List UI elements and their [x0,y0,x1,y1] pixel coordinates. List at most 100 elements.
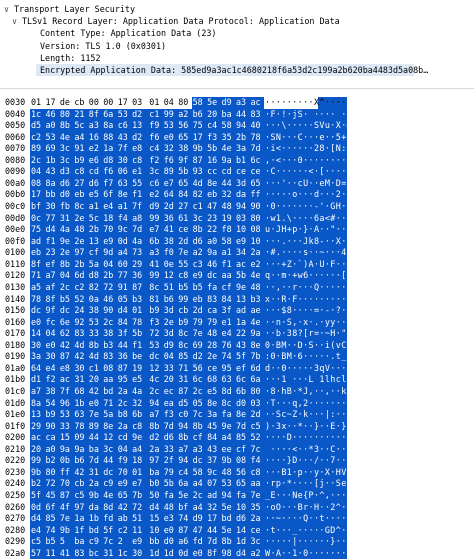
hex-byte[interactable]: 2d [193,305,206,317]
hex-byte[interactable]: 30 [132,548,145,559]
expand-chevron-icon[interactable]: ∨ [4,3,14,15]
hex-byte[interactable]: 06 [118,166,131,178]
hex-byte[interactable]: 64 [164,189,177,201]
ascii-column[interactable]: ·F·!·jS· ···· ·D· [265,109,358,121]
hex-byte[interactable]: 04 [45,328,58,340]
hex-byte[interactable]: 22 [207,224,220,236]
hex-byte[interactable]: 9d [103,247,116,259]
hex-byte[interactable]: fb [60,201,73,213]
hex-byte[interactable]: 72 [132,502,145,514]
hex-byte[interactable]: 2a [89,478,102,490]
hex-byte[interactable]: e0 [89,398,102,410]
hex-byte[interactable]: 46 [207,259,220,271]
hex-byte[interactable]: 05 [193,398,206,410]
hex-byte[interactable]: 48 [222,201,235,213]
hex-byte[interactable]: e7 [164,178,177,190]
hex-byte[interactable]: 04 [31,166,44,178]
hex-byte[interactable]: e0 [164,525,177,537]
hex-byte[interactable]: 1c [31,109,44,121]
hex-byte[interactable]: 3c [193,213,206,225]
hex-byte[interactable]: 13 [236,294,249,306]
hex-byte[interactable]: e9 [193,270,206,282]
hex-byte[interactable]: 7f [118,143,131,155]
hex-byte[interactable]: f3 [149,317,162,329]
hex-byte[interactable]: 20 [89,374,102,386]
hex-byte[interactable]: ad [31,236,44,248]
hex-row[interactable]: 01a0 64 e4 e8 30 c1 08 87 19 12 33 71 56 ce 95 ef 6d d··0… [0,363,474,375]
hex-byte[interactable]: b8 [118,409,131,421]
hex-byte[interactable]: 58 [222,236,235,248]
hex-byte[interactable]: d6 [193,236,206,248]
hex-byte[interactable]: 8b [222,536,235,548]
hex-byte[interactable]: 3c [60,155,73,167]
hex-byte[interactable]: 0b [60,455,73,467]
ascii-column[interactable]: q··m·+w6······[N [265,270,352,282]
hex-byte[interactable]: a7 [45,270,58,282]
hex-byte[interactable]: 7b [250,351,263,363]
hex-byte[interactable]: 72 [45,478,58,490]
hex-byte[interactable]: 30 [118,155,131,167]
hex-byte[interactable]: 7d [236,421,249,433]
hex-byte[interactable]: 8c [178,328,191,340]
hex-row[interactable]: 00a0 08 8a d6 27 d6 f7 63 55 c6 e7 65 4d 8e 44 3d 65 ···'… [0,178,474,190]
hex-byte[interactable]: 1b [74,398,87,410]
hex-byte[interactable]: 2b [89,224,102,236]
hex-byte[interactable]: 0e [164,259,177,271]
hex-byte[interactable]: 08 [31,178,44,190]
hex-byte[interactable]: c4 [149,143,162,155]
hex-byte[interactable]: fa [207,282,220,294]
hex-row[interactable]: 0270 d4 85 7e 1a 1b fd ab 51 15 e3 74 d9 17 bd d6 2a ··~·… [0,513,474,525]
hex-byte[interactable]: 36 [118,351,131,363]
hex-byte[interactable]: 70 [118,467,131,479]
hex-byte[interactable]: b5 [45,536,58,548]
hex-byte[interactable]: 83 [250,109,263,121]
hex-byte[interactable]: 74 [45,525,58,537]
hex-byte[interactable]: 5e [178,490,191,502]
ascii-column[interactable]: :0·BM·6·····.t_{ [265,351,352,363]
hex-byte[interactable]: 80 [250,213,263,225]
hex-byte[interactable]: 32 [132,398,145,410]
hex-byte[interactable]: 94 [236,201,249,213]
hex-byte[interactable]: cc [207,166,220,178]
hex-byte[interactable]: 27 [74,178,87,190]
hex-byte[interactable]: 8b [60,120,73,132]
hex-byte[interactable]: f6 [149,132,162,144]
hex-byte[interactable]: 95 [118,374,131,386]
hex-byte[interactable]: 99 [149,270,162,282]
hex-row[interactable]: 0250 5f 45 87 c5 9b 4e 65 7b 50 fa 5e 2c ad 94 fa 7e _E··… [0,490,474,502]
hex-byte[interactable]: ae [250,305,263,317]
hex-byte[interactable]: 56 [178,120,191,132]
hex-byte[interactable]: 75 [31,224,44,236]
hex-byte[interactable]: 52 [74,294,87,306]
hex-byte[interactable]: 34 [236,247,249,259]
hex-byte[interactable]: b6 [164,294,177,306]
hex-byte[interactable]: 91 [74,143,87,155]
hex-byte[interactable]: 9e [60,236,73,248]
hex-byte[interactable]: 94 [178,455,191,467]
hex-byte[interactable]: 04 [103,259,116,271]
hex-byte[interactable]: cb [178,305,191,317]
expand-chevron-icon[interactable]: ∨ [12,15,22,27]
hex-byte[interactable]: 24 [74,305,87,317]
hex-byte[interactable]: 80 [45,467,58,479]
hex-byte[interactable]: 5b [132,328,145,340]
hex-byte[interactable]: d5 [178,398,191,410]
ascii-column[interactable]: W·A··1·0········ [265,548,352,559]
hex-byte[interactable]: e1 [132,166,145,178]
hex-byte[interactable]: cd [222,166,235,178]
hex-byte[interactable]: f8 [222,224,235,236]
hex-byte[interactable]: d2 [149,432,162,444]
hex-byte[interactable]: 8f [89,109,102,121]
hex-byte[interactable]: 42 [74,467,87,479]
hex-byte[interactable]: 3a [207,409,220,421]
hex-row[interactable]: 0100 eb 23 2e 97 cf 9d a4 73 a3 f0 7e a2 9a a1 34 2a ·#.·… [0,247,474,259]
ascii-column[interactable]: ·T···q,2········ [265,398,352,410]
hex-byte[interactable]: 2c [118,398,131,410]
hex-byte[interactable]: 1f [74,525,87,537]
hex-byte[interactable]: a1 [89,201,102,213]
hex-byte[interactable]: 54 [45,398,58,410]
hex-byte[interactable]: c1 [149,109,162,121]
hex-byte[interactable]: f6 [103,166,116,178]
hex-byte[interactable]: 8e [118,189,131,201]
hex-byte[interactable]: 13 [89,236,102,248]
